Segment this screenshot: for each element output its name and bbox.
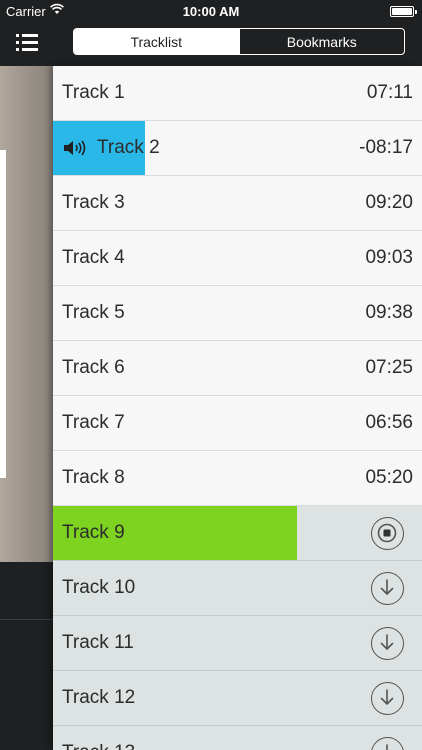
track-row[interactable]: Track 5 09:38 — [53, 286, 422, 341]
track-duration: 09:38 — [365, 302, 413, 323]
track-name: Track 3 — [62, 192, 125, 213]
track-row[interactable]: Track 2 -08:17 — [53, 121, 422, 176]
divider — [0, 619, 53, 620]
segmented-control: Tracklist Bookmarks — [73, 28, 405, 55]
track-duration: 09:20 — [365, 192, 413, 213]
track-name: Track 5 — [62, 302, 125, 323]
track-row[interactable]: Track 7 06:56 — [53, 396, 422, 451]
download-button[interactable] — [371, 737, 404, 750]
track-name: Track 7 — [62, 412, 125, 433]
track-name: Track 1 — [62, 82, 125, 103]
track-row[interactable]: Track 4 09:03 — [53, 231, 422, 286]
track-duration: -08:17 — [359, 137, 413, 158]
header-bar: Tracklist Bookmarks — [53, 22, 422, 66]
track-duration: 06:56 — [365, 412, 413, 433]
track-name: Track 6 — [62, 357, 125, 378]
track-duration: 05:20 — [365, 467, 413, 488]
track-name: Track 2 — [97, 137, 160, 158]
menu-list-icon[interactable] — [16, 34, 38, 52]
download-icon — [380, 634, 394, 650]
download-icon — [386, 744, 388, 750]
status-bar: Carrier 10:00 AM — [0, 0, 422, 22]
track-row[interactable]: Track 8 05:20 — [53, 451, 422, 506]
track-row[interactable]: Track 12 — [53, 671, 422, 726]
download-button[interactable] — [371, 627, 404, 660]
track-duration: 07:11 — [366, 82, 413, 103]
speaker-icon — [64, 140, 86, 156]
track-name: Track 9 — [62, 522, 125, 543]
track-row[interactable]: Track 11 — [53, 616, 422, 671]
status-time: 10:00 AM — [182, 4, 240, 19]
track-list: Track 1 07:11 Track 2 -08:17 Track 3 09:20 Tra… — [53, 66, 422, 750]
battery-icon — [390, 6, 417, 17]
tab-tracklist[interactable]: Tracklist — [74, 29, 239, 54]
download-button[interactable] — [371, 682, 404, 715]
track-name: Track 13 — [62, 726, 135, 750]
track-name: Track 11 — [62, 632, 134, 653]
side-panel — [0, 0, 53, 750]
download-button[interactable] — [371, 572, 404, 605]
download-icon — [380, 689, 394, 705]
track-row[interactable]: Track 3 09:20 — [53, 176, 422, 231]
download-icon — [380, 579, 394, 595]
track-row[interactable]: Track 6 07:25 — [53, 341, 422, 396]
stop-download-button[interactable] — [371, 517, 404, 550]
track-name: Track 12 — [62, 687, 136, 708]
tab-bookmarks[interactable]: Bookmarks — [238, 29, 405, 54]
track-row[interactable]: Track 13 — [53, 726, 422, 750]
album-cover-image[interactable] — [0, 66, 53, 562]
track-name: Track 4 — [62, 247, 125, 268]
track-name: Track 8 — [62, 467, 125, 488]
track-duration: 09:03 — [365, 247, 413, 268]
track-row[interactable]: Track 10 — [53, 561, 422, 616]
track-duration: 07:25 — [365, 357, 413, 378]
track-row[interactable]: Track 9 — [53, 506, 422, 561]
stop-icon — [377, 523, 397, 543]
track-row[interactable]: Track 1 07:11 — [53, 66, 422, 121]
track-name: Track 10 — [62, 577, 136, 598]
